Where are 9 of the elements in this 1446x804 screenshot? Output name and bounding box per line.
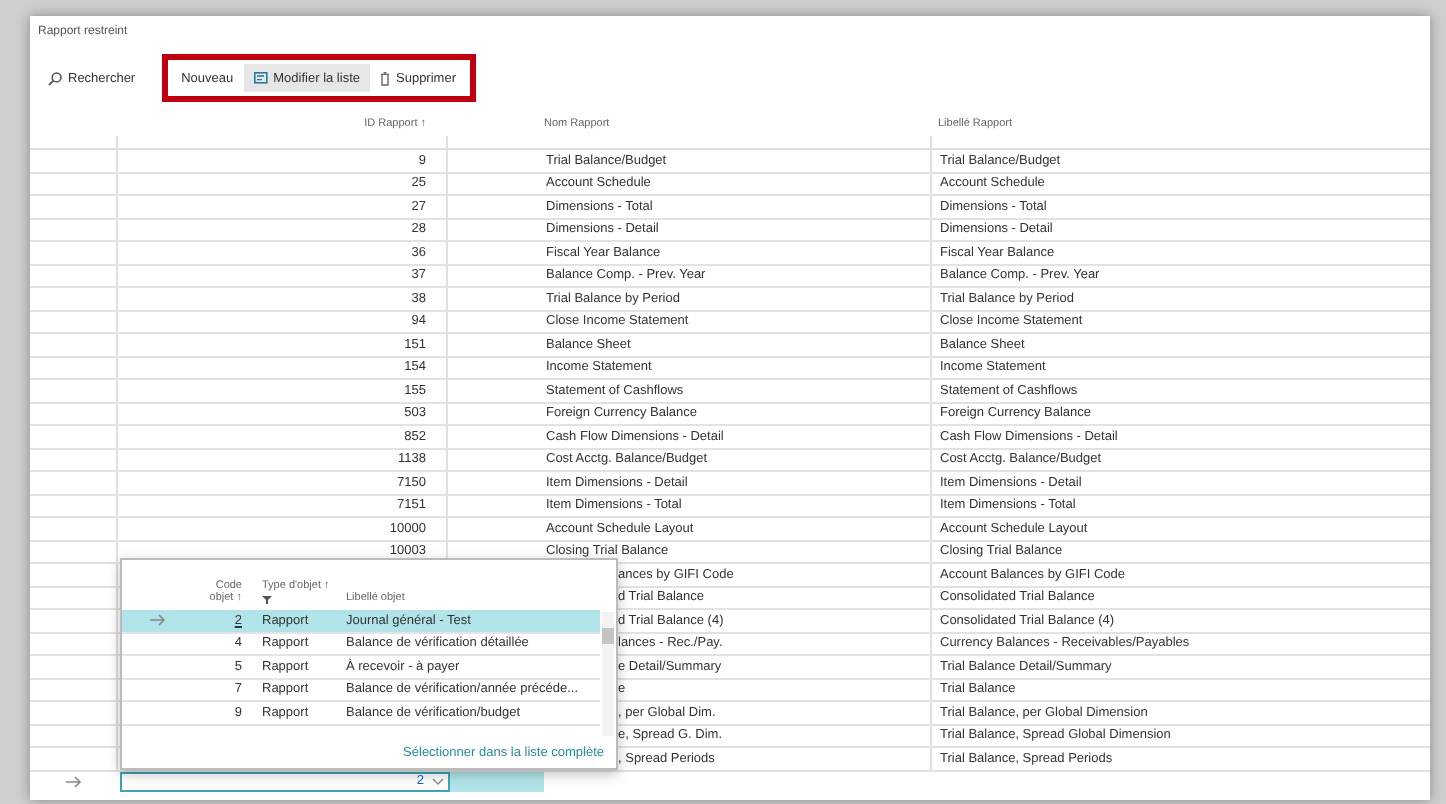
arrow-icon xyxy=(65,775,81,787)
arrow-icon xyxy=(150,614,166,627)
filter-icon xyxy=(262,596,272,604)
list-edit-icon xyxy=(253,72,268,84)
scrollbar[interactable] xyxy=(602,612,614,736)
chevron-down-icon xyxy=(432,777,444,785)
highlighted-cell xyxy=(450,771,544,791)
trash-icon xyxy=(380,71,390,85)
search-icon xyxy=(48,71,62,85)
